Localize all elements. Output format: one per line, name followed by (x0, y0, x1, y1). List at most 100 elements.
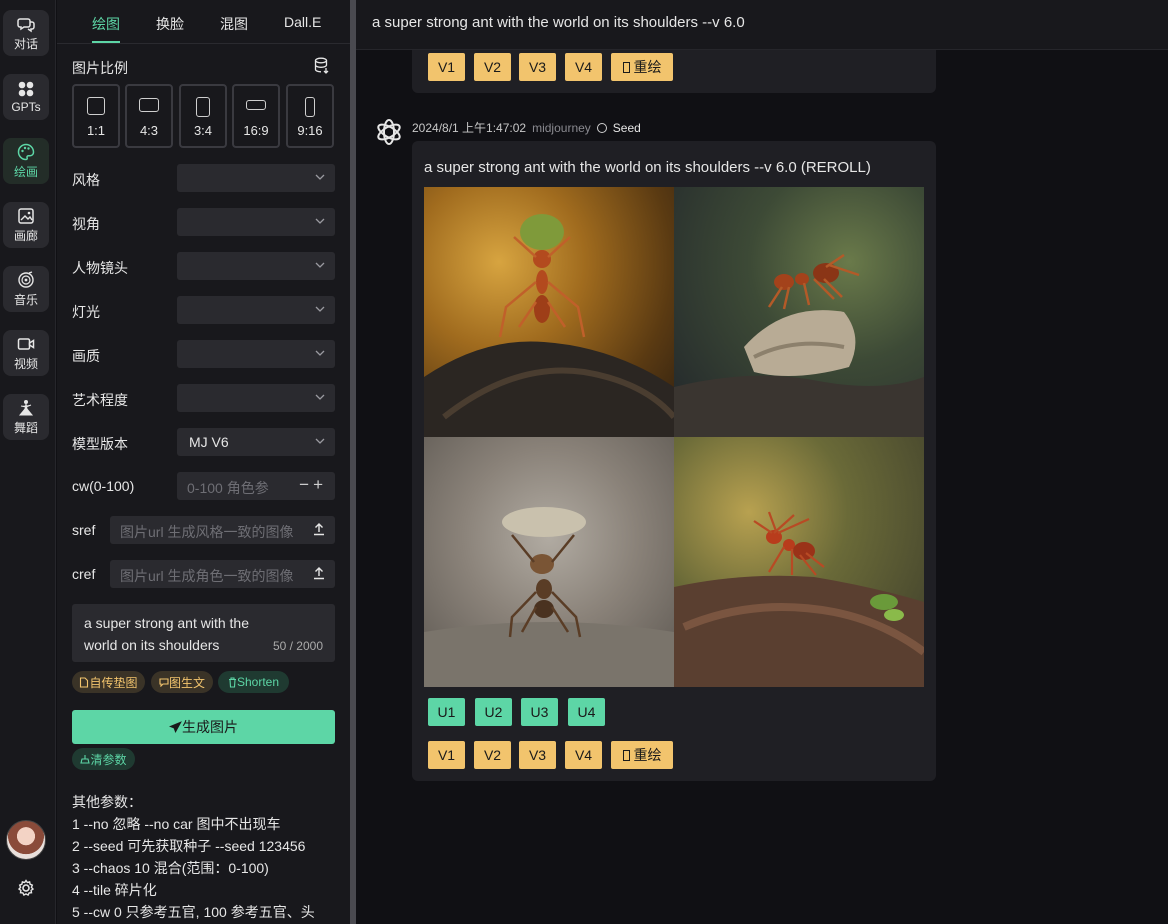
ratio-shape (139, 98, 159, 112)
ratio-label: 3:4 (193, 123, 213, 138)
generate-image-button[interactable]: 生成图片 (72, 710, 335, 744)
image-grid[interactable] (424, 187, 924, 687)
ratio-option-4-3[interactable]: 4:3 (125, 84, 173, 148)
shot-select[interactable] (177, 252, 335, 280)
chip-label: 图生文 (168, 675, 205, 690)
user-avatar[interactable] (6, 820, 46, 860)
other-params-help: 其他参数： 1 --no 忽略 --no car 图中不出现车 2 --seed… (72, 791, 342, 923)
params-line: 其他参数： (72, 794, 142, 810)
cw-label: cw(0-100) (72, 478, 135, 494)
style-select[interactable] (177, 164, 335, 192)
shot-label: 人物镜头 (72, 260, 128, 276)
params-line: 2 --seed 可先获取种子 --seed 123456 (72, 838, 306, 854)
tab-dalle[interactable]: Dall.E (284, 14, 321, 30)
rail-item-chat[interactable]: 对话 (3, 10, 49, 56)
message-icon (159, 678, 169, 687)
ratio-label: 9:16 (297, 123, 323, 138)
image-to-text-button[interactable]: 图生文 (151, 671, 213, 693)
stepper-buttons[interactable]: −+ (299, 475, 327, 495)
select-value: MJ V6 (189, 434, 229, 450)
redraw-button[interactable]: 重绘 (611, 53, 673, 81)
ratio-shape (196, 97, 210, 117)
cref-label: cref (72, 566, 96, 582)
redraw-label: 重绘 (633, 59, 662, 75)
params-line: 4 --tile 碎片化 (72, 882, 157, 898)
rail-item-gpts[interactable]: GPTs (3, 74, 49, 120)
rail-item-gallery[interactable]: 画廊 (3, 202, 49, 248)
sref-input[interactable]: 图片url 生成风格一致的图像 (110, 516, 335, 544)
tab-draw[interactable]: 绘图 (92, 14, 120, 34)
art-level-label: 艺术程度 (72, 392, 128, 408)
quality-label: 画质 (72, 348, 100, 364)
grid-image-2[interactable] (674, 187, 924, 437)
variation-button-v3[interactable]: V3 (519, 741, 556, 769)
seed-icon[interactable] (596, 123, 607, 133)
openai-logo-icon (374, 117, 404, 147)
grid-image-1[interactable] (424, 187, 674, 437)
tab-faceswap[interactable]: 换脸 (156, 14, 184, 34)
art-level-select[interactable] (177, 384, 335, 412)
database-icon[interactable] (314, 57, 330, 75)
dance-icon (17, 399, 35, 417)
upscale-button-u3[interactable]: U3 (521, 698, 558, 726)
left-nav-rail: 对话 GPTs 绘画 画廊 音乐 视频 舞蹈 (0, 0, 56, 924)
cw-input[interactable]: 0-100 角色参 (187, 478, 269, 498)
variation-button-v4[interactable]: V4 (565, 53, 602, 81)
cref-placeholder: 图片url 生成角色一致的图像 (120, 568, 294, 584)
chat-icon (17, 15, 35, 33)
gear-icon[interactable] (16, 878, 36, 898)
rail-item-dance[interactable]: 舞蹈 (3, 394, 49, 440)
active-tab-indicator (92, 41, 120, 43)
ratio-option-9-16[interactable]: 9:16 (286, 84, 334, 148)
ratio-section-title: 图片比例 (72, 60, 128, 76)
image-result-card: a super strong ant with the world on its… (412, 141, 936, 781)
upload-icon[interactable] (313, 566, 325, 580)
grid-image-3[interactable] (424, 437, 674, 687)
upload-icon[interactable] (313, 522, 325, 536)
prompt-char-count: 50 / 2000 (272, 639, 323, 653)
light-select[interactable] (177, 296, 335, 324)
upscale-button-u4[interactable]: U4 (568, 698, 605, 726)
cref-input[interactable]: 图片url 生成角色一致的图像 (110, 560, 335, 588)
rail-item-music[interactable]: 音乐 (3, 266, 49, 312)
variation-button-v1[interactable]: V1 (428, 741, 465, 769)
grid-image-4[interactable] (674, 437, 924, 687)
cw-stepper[interactable]: 0-100 角色参 −+ (177, 472, 335, 500)
rail-item-label: 视频 (13, 356, 38, 371)
shorten-button[interactable]: Shorten (218, 671, 289, 693)
upscale-button-u2[interactable]: U2 (475, 698, 512, 726)
mode-tabs: 绘图 换脸 混图 Dall.E (57, 0, 350, 44)
rail-item-video[interactable]: 视频 (3, 330, 49, 376)
model-version-select[interactable]: MJ V6 (177, 428, 335, 456)
variation-button-v1[interactable]: V1 (428, 53, 465, 81)
variation-button-v3[interactable]: V3 (519, 53, 556, 81)
ratio-option-1-1[interactable]: 1:1 (72, 84, 120, 148)
variation-button-v2[interactable]: V2 (474, 53, 511, 81)
redraw-button[interactable]: 重绘 (611, 741, 673, 769)
quality-select[interactable] (177, 340, 335, 368)
chevron-down-icon (315, 350, 325, 356)
ratio-option-16-9[interactable]: 16:9 (232, 84, 280, 148)
tab-blend[interactable]: 混图 (220, 14, 248, 34)
chevron-down-icon (315, 218, 325, 224)
variation-button-v4[interactable]: V4 (565, 741, 602, 769)
chevron-down-icon (315, 262, 325, 268)
seed-link[interactable]: Seed (613, 121, 641, 135)
view-label: 视角 (72, 216, 100, 232)
chevron-down-icon (315, 394, 325, 400)
ratio-option-3-4[interactable]: 3:4 (179, 84, 227, 148)
chip-label: 自传垫图 (89, 675, 138, 690)
upscale-button-u1[interactable]: U1 (428, 698, 465, 726)
prompt-textarea[interactable]: a super strong ant with the world on its… (72, 604, 335, 662)
ratio-label: 4:3 (139, 123, 159, 138)
rail-item-draw[interactable]: 绘画 (3, 138, 49, 184)
clear-params-button[interactable]: 清参数 (72, 748, 135, 770)
view-select[interactable] (177, 208, 335, 236)
image-icon (17, 207, 35, 225)
redraw-label: 重绘 (633, 747, 662, 763)
message-meta: 2024/8/1 上午1:47:02 midjourney Seed (412, 119, 641, 136)
variation-button-v2[interactable]: V2 (474, 741, 511, 769)
main-content: V1 V2 V3 V4 重绘 a super strong ant with t… (356, 0, 1168, 924)
upload-base-image-button[interactable]: 自传垫图 (72, 671, 145, 693)
grid-icon (17, 80, 35, 98)
